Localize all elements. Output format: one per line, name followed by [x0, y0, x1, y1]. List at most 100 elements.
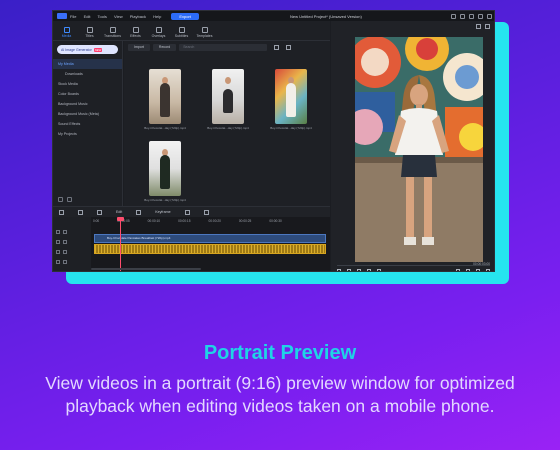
fullscreen-icon[interactable] [476, 269, 480, 271]
snapshot-icon[interactable] [78, 209, 83, 215]
templates-icon [201, 27, 208, 33]
feature-description: View videos in a portrait (9:16) preview… [45, 373, 515, 416]
maximize-icon[interactable] [478, 13, 483, 19]
menu-playback[interactable]: Playback [130, 14, 146, 19]
tab-templates[interactable]: Templates [194, 27, 215, 40]
video-clip[interactable]: Boy-Chocolate Pancakes Breakfast (720p).… [94, 234, 326, 243]
transitions-icon [109, 27, 116, 33]
tab-subtitles[interactable]: Subtitles [171, 27, 192, 40]
media-thumbnail[interactable] [275, 69, 307, 124]
sidebar-item-my-projects[interactable]: My Projects [53, 129, 122, 139]
delete-folder-icon[interactable] [67, 197, 72, 202]
previous-frame-icon[interactable] [357, 269, 361, 271]
media-thumbnail[interactable] [149, 141, 181, 196]
media-caption: Boy-Chocolat...day (720p).mp4 [270, 126, 312, 130]
play-icon[interactable] [337, 269, 341, 271]
sidebar-item-background-music[interactable]: Background Music [53, 99, 122, 109]
timeline[interactable]: 0:00 00:00:05 00:00:10 00:00:15 00:00:20… [53, 217, 330, 271]
record-button[interactable]: Record [152, 43, 177, 51]
export-button[interactable]: Export [171, 12, 199, 20]
track-headers [53, 217, 91, 271]
track-header [53, 247, 91, 257]
sidebar-item-stock-media[interactable]: Stock Media [53, 79, 122, 89]
audio-clip[interactable] [94, 244, 326, 254]
lock-icon[interactable] [56, 240, 60, 244]
media-icon [63, 27, 70, 33]
next-frame-icon[interactable] [367, 269, 371, 271]
add-folder-icon[interactable] [58, 197, 63, 202]
preview-top-icons [476, 24, 490, 29]
eye-icon[interactable] [63, 230, 67, 234]
menu-view[interactable]: View [114, 14, 123, 19]
fit-icon[interactable] [184, 209, 190, 215]
sidebar-item-background-music-meta[interactable]: Background Music (Meta) [53, 109, 122, 119]
tab-effects[interactable]: Effects [125, 27, 146, 40]
sidebar-item-color-boards[interactable]: Color Boards [53, 89, 122, 99]
close-icon[interactable] [487, 13, 492, 19]
split-icon[interactable] [97, 209, 102, 215]
speaker-icon[interactable] [63, 240, 67, 244]
settings-icon[interactable] [460, 13, 465, 19]
ruler-tick: 0:00 [93, 219, 100, 223]
media-thumbnail[interactable] [212, 69, 244, 124]
playhead[interactable] [119, 217, 121, 271]
window-controls [451, 13, 492, 19]
speaker-icon[interactable] [63, 260, 67, 264]
timeline-ruler[interactable]: 0:00 00:00:05 00:00:10 00:00:15 00:00:20… [91, 217, 330, 225]
app-logo-icon [57, 13, 67, 19]
new-badge: NEW [93, 47, 103, 52]
ai-image-generator-button[interactable]: AI Image Generator NEW [57, 45, 118, 54]
volume-icon[interactable] [466, 269, 470, 271]
menu-edit[interactable]: Edit [84, 14, 91, 19]
account-icon[interactable] [451, 13, 456, 19]
minimize-icon[interactable] [469, 13, 474, 19]
preview-scrubber[interactable] [337, 265, 490, 266]
fast-forward-icon[interactable] [377, 269, 381, 271]
sidebar-item-sound-effects[interactable]: Sound Effects [53, 119, 122, 129]
editor-window: File Edit Tools View Playback Help Expor… [52, 10, 495, 272]
preview-settings-icon[interactable] [485, 24, 490, 29]
trim-icon[interactable] [136, 209, 142, 215]
lock-icon[interactable] [56, 250, 60, 254]
aspect-ratio-icon[interactable] [476, 24, 481, 29]
eye-icon[interactable] [63, 250, 67, 254]
keyframe-button[interactable]: Keyframe [155, 210, 170, 214]
sidebar-item-my-media[interactable]: My Media [53, 59, 122, 69]
ruler-tick: 00:00:20 [208, 219, 221, 223]
menu-file[interactable]: File [70, 14, 76, 19]
lock-icon[interactable] [56, 230, 60, 234]
media-thumbnail[interactable] [149, 69, 181, 124]
playback-controls [337, 269, 490, 271]
tab-transitions[interactable]: Transitions [102, 27, 123, 40]
import-button[interactable]: Import [128, 43, 150, 51]
menu-tools[interactable]: Tools [98, 14, 107, 19]
effects-icon [132, 27, 139, 33]
stop-icon[interactable] [347, 269, 351, 271]
edit-button[interactable]: Edit [116, 210, 122, 214]
undock-icon[interactable] [486, 269, 490, 271]
filter-icon[interactable] [274, 44, 280, 50]
tab-media[interactable]: Media [56, 27, 77, 40]
media-caption: Boy-Chocolat...day (720p).mp4 [207, 126, 249, 130]
media-caption: Boy-Chocolat...day (720p).mp4 [144, 126, 186, 130]
sidebar-footer [58, 197, 72, 202]
snapshot-icon[interactable] [456, 269, 460, 271]
video-track-header [53, 227, 91, 237]
search-input[interactable]: Search [179, 43, 268, 51]
ruler-tick: 00:00:30 [269, 219, 282, 223]
tracks-icon[interactable] [59, 209, 64, 215]
menu-bar: File Edit Tools View Playback Help [70, 14, 167, 19]
timeline-toolbar: Edit Keyframe [53, 206, 330, 217]
ruler-tick: 00:00:25 [238, 219, 252, 223]
feature-title: Portrait Preview [203, 342, 357, 364]
sidebar-item-downloads[interactable]: Downloads [53, 69, 122, 79]
view-options-icon[interactable] [286, 44, 292, 50]
crop-icon[interactable] [203, 209, 209, 215]
ruler-tick: 00:00:15 [178, 219, 191, 223]
portrait-preview-video[interactable] [355, 37, 483, 262]
menu-help[interactable]: Help [153, 14, 161, 19]
timeline-scrollbar[interactable] [91, 268, 201, 270]
tab-titles[interactable]: Titles [79, 27, 100, 40]
tab-overlays[interactable]: Overlays [148, 27, 169, 40]
lock-icon[interactable] [56, 260, 60, 264]
